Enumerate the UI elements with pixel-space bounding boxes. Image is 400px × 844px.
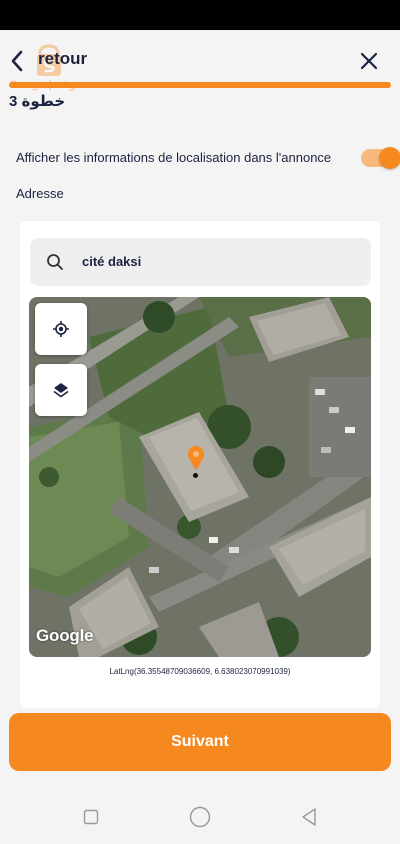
system-nav-bar xyxy=(0,792,400,844)
my-location-button[interactable] xyxy=(35,303,87,355)
next-button[interactable]: Suivant xyxy=(9,713,391,771)
search-value: cité daksi xyxy=(82,254,142,269)
show-location-label: Afficher les informations de localisatio… xyxy=(16,150,332,165)
progress-bar xyxy=(9,82,391,88)
step-label: خطوة 3 xyxy=(9,93,66,110)
close-button[interactable] xyxy=(356,48,382,74)
status-bar xyxy=(0,0,400,30)
triangle-back-icon xyxy=(302,808,316,826)
square-icon xyxy=(83,809,99,825)
show-location-toggle[interactable] xyxy=(361,147,400,169)
back-label[interactable]: retour xyxy=(38,49,87,69)
system-back-button[interactable] xyxy=(297,805,321,829)
layers-icon xyxy=(53,383,69,398)
show-location-row: Afficher les informations de localisatio… xyxy=(16,147,400,171)
google-attribution: Google xyxy=(36,626,94,645)
coordinates-text: LatLng(36.35548709036609, 6.638023070991… xyxy=(109,667,291,676)
map-layers-button[interactable] xyxy=(35,364,87,416)
circle-icon xyxy=(189,806,211,828)
header: Souga | سوڤة retour خطوة 3 xyxy=(0,30,400,120)
address-card: cité daksi Google LatLng(36.355487090366… xyxy=(20,221,380,708)
address-label: Adresse xyxy=(16,186,64,201)
next-button-label: Suivant xyxy=(171,733,229,750)
toggle-knob xyxy=(379,147,400,169)
my-location-icon xyxy=(53,321,69,337)
map-pin-icon xyxy=(188,446,204,470)
chevron-left-icon xyxy=(11,50,23,72)
address-search-input[interactable]: cité daksi xyxy=(30,238,371,286)
search-icon xyxy=(47,254,63,270)
back-button[interactable] xyxy=(6,48,28,74)
recent-apps-button[interactable] xyxy=(79,805,103,829)
map-center-marker xyxy=(193,473,198,478)
map-view[interactable]: Google xyxy=(29,297,371,657)
home-button[interactable] xyxy=(188,805,212,829)
close-icon xyxy=(360,52,378,70)
